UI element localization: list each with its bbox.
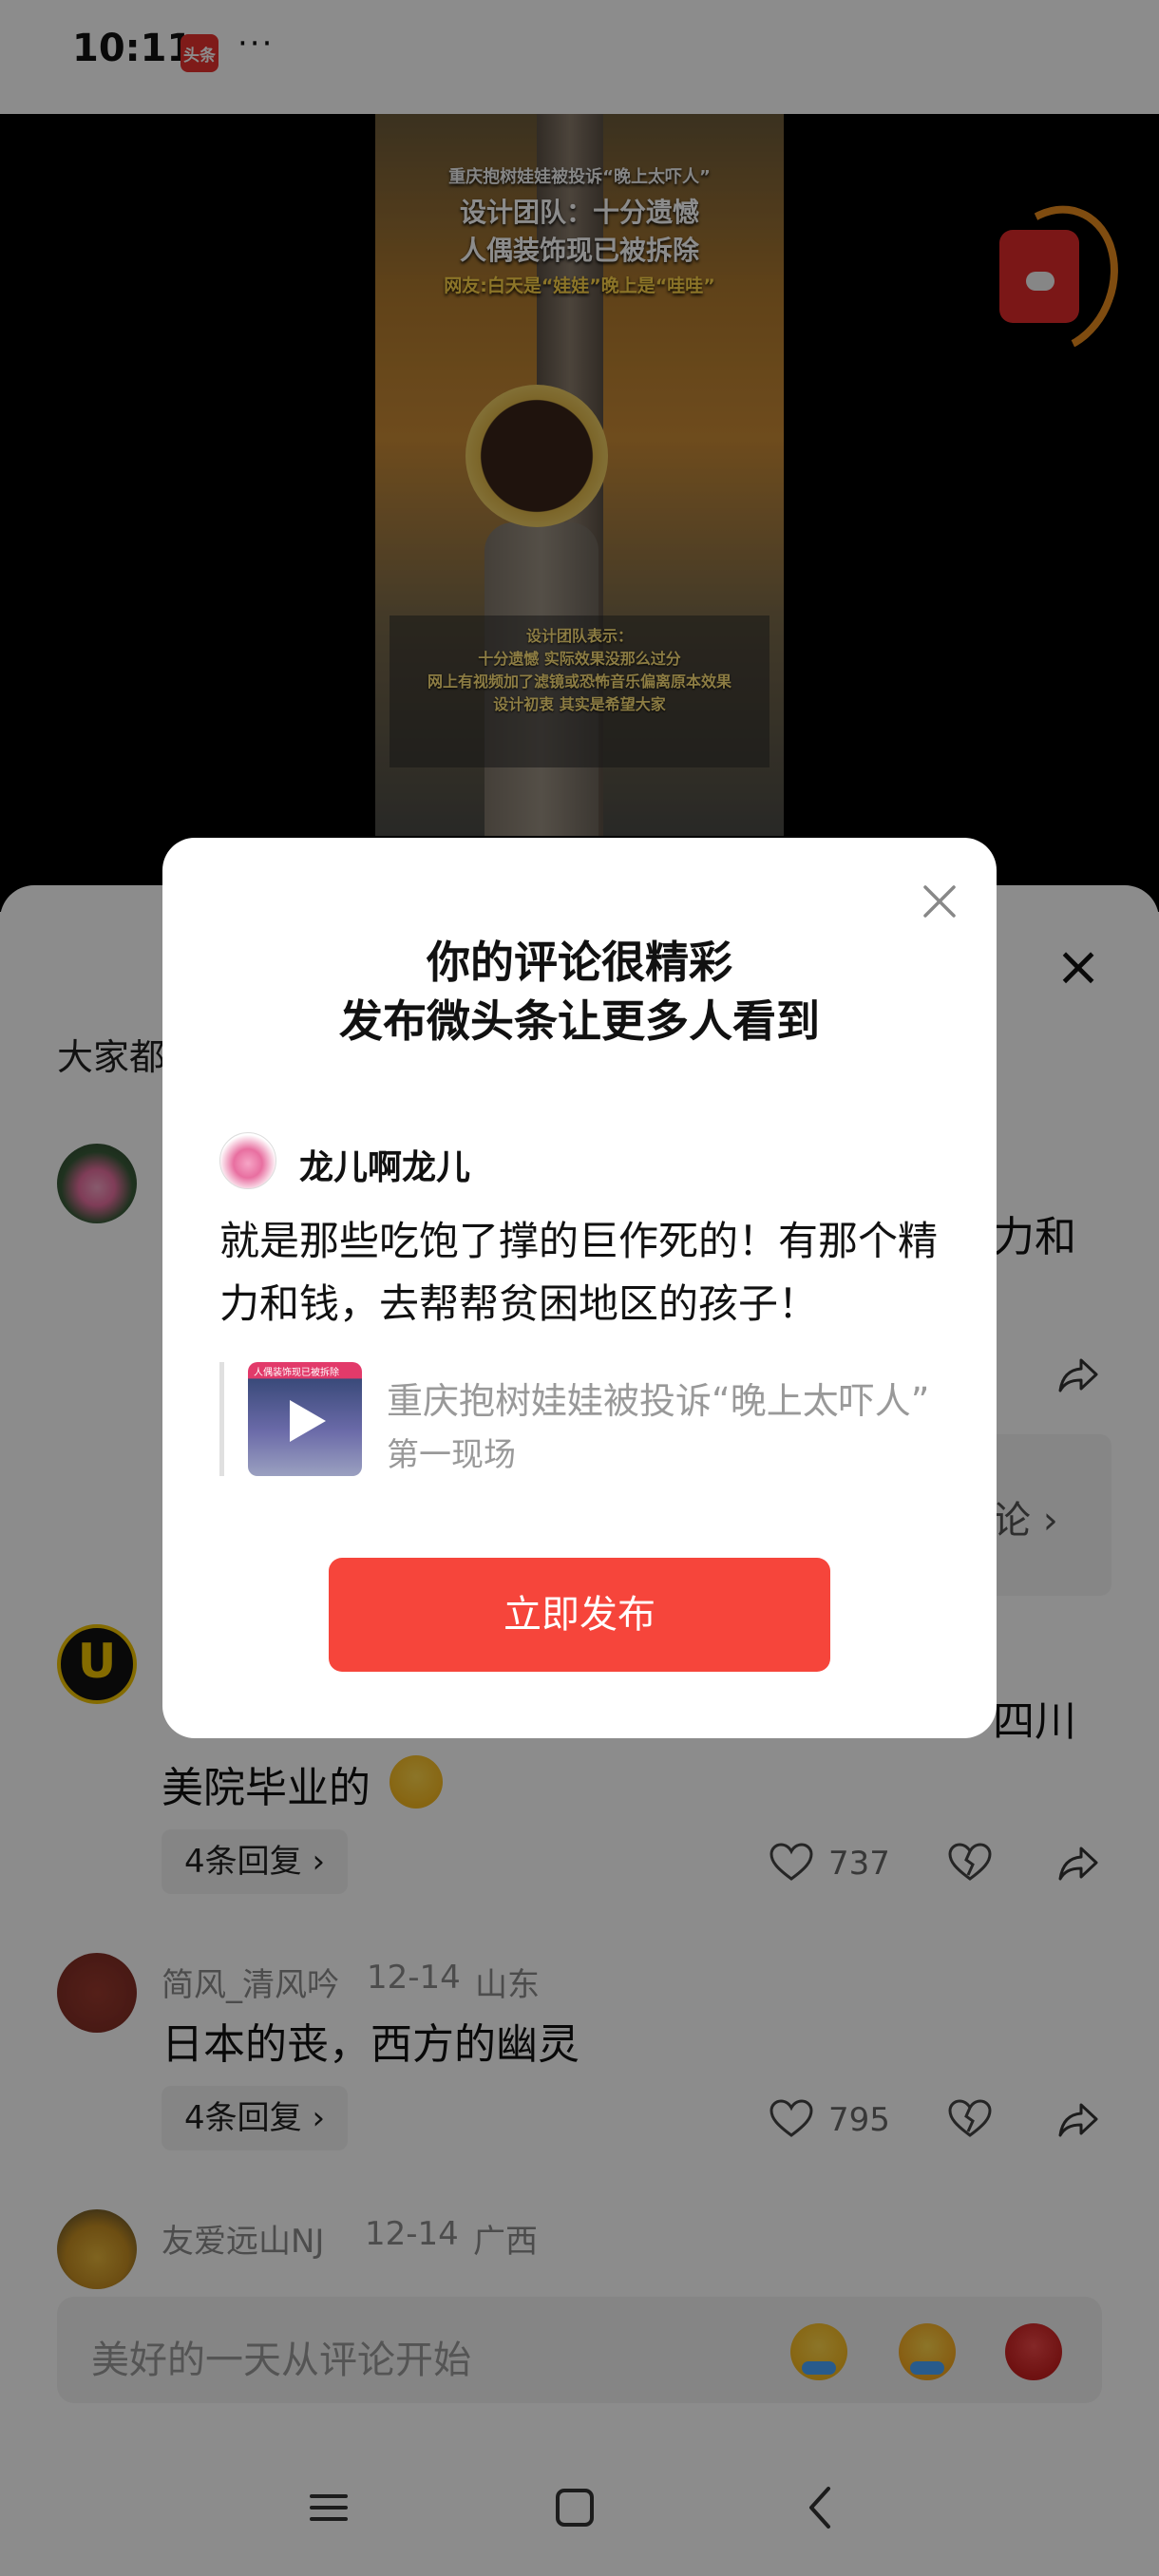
- publish-button[interactable]: 立即发布: [329, 1558, 830, 1672]
- avatar: [219, 1132, 276, 1189]
- quote-title: 重庆抱树娃娃被投诉“晚上太吓人”: [387, 1380, 930, 1422]
- dialog-title: 你的评论很精彩 发布微头条让更多人看到: [162, 933, 997, 1051]
- publish-dialog: 你的评论很精彩 发布微头条让更多人看到 龙儿啊龙儿 就是那些吃饱了撑的巨作死的！…: [162, 838, 997, 1738]
- video-thumbnail: 人偶装饰现已被拆除: [248, 1362, 362, 1476]
- comment-preview: 就是那些吃饱了撑的巨作死的！有那个精力和钱，去帮帮贫困地区的孩子！: [219, 1218, 939, 1327]
- dialog-title-line: 发布微头条让更多人看到: [339, 995, 820, 1047]
- thumbnail-caption: 人偶装饰现已被拆除: [254, 1368, 339, 1378]
- play-icon: [290, 1400, 326, 1442]
- dialog-title-line: 你的评论很精彩: [427, 937, 732, 988]
- quote-source: 第一现场: [387, 1436, 516, 1474]
- close-icon[interactable]: [916, 878, 963, 925]
- quote-bar: [219, 1362, 224, 1476]
- username: 龙儿啊龙儿: [299, 1148, 471, 1187]
